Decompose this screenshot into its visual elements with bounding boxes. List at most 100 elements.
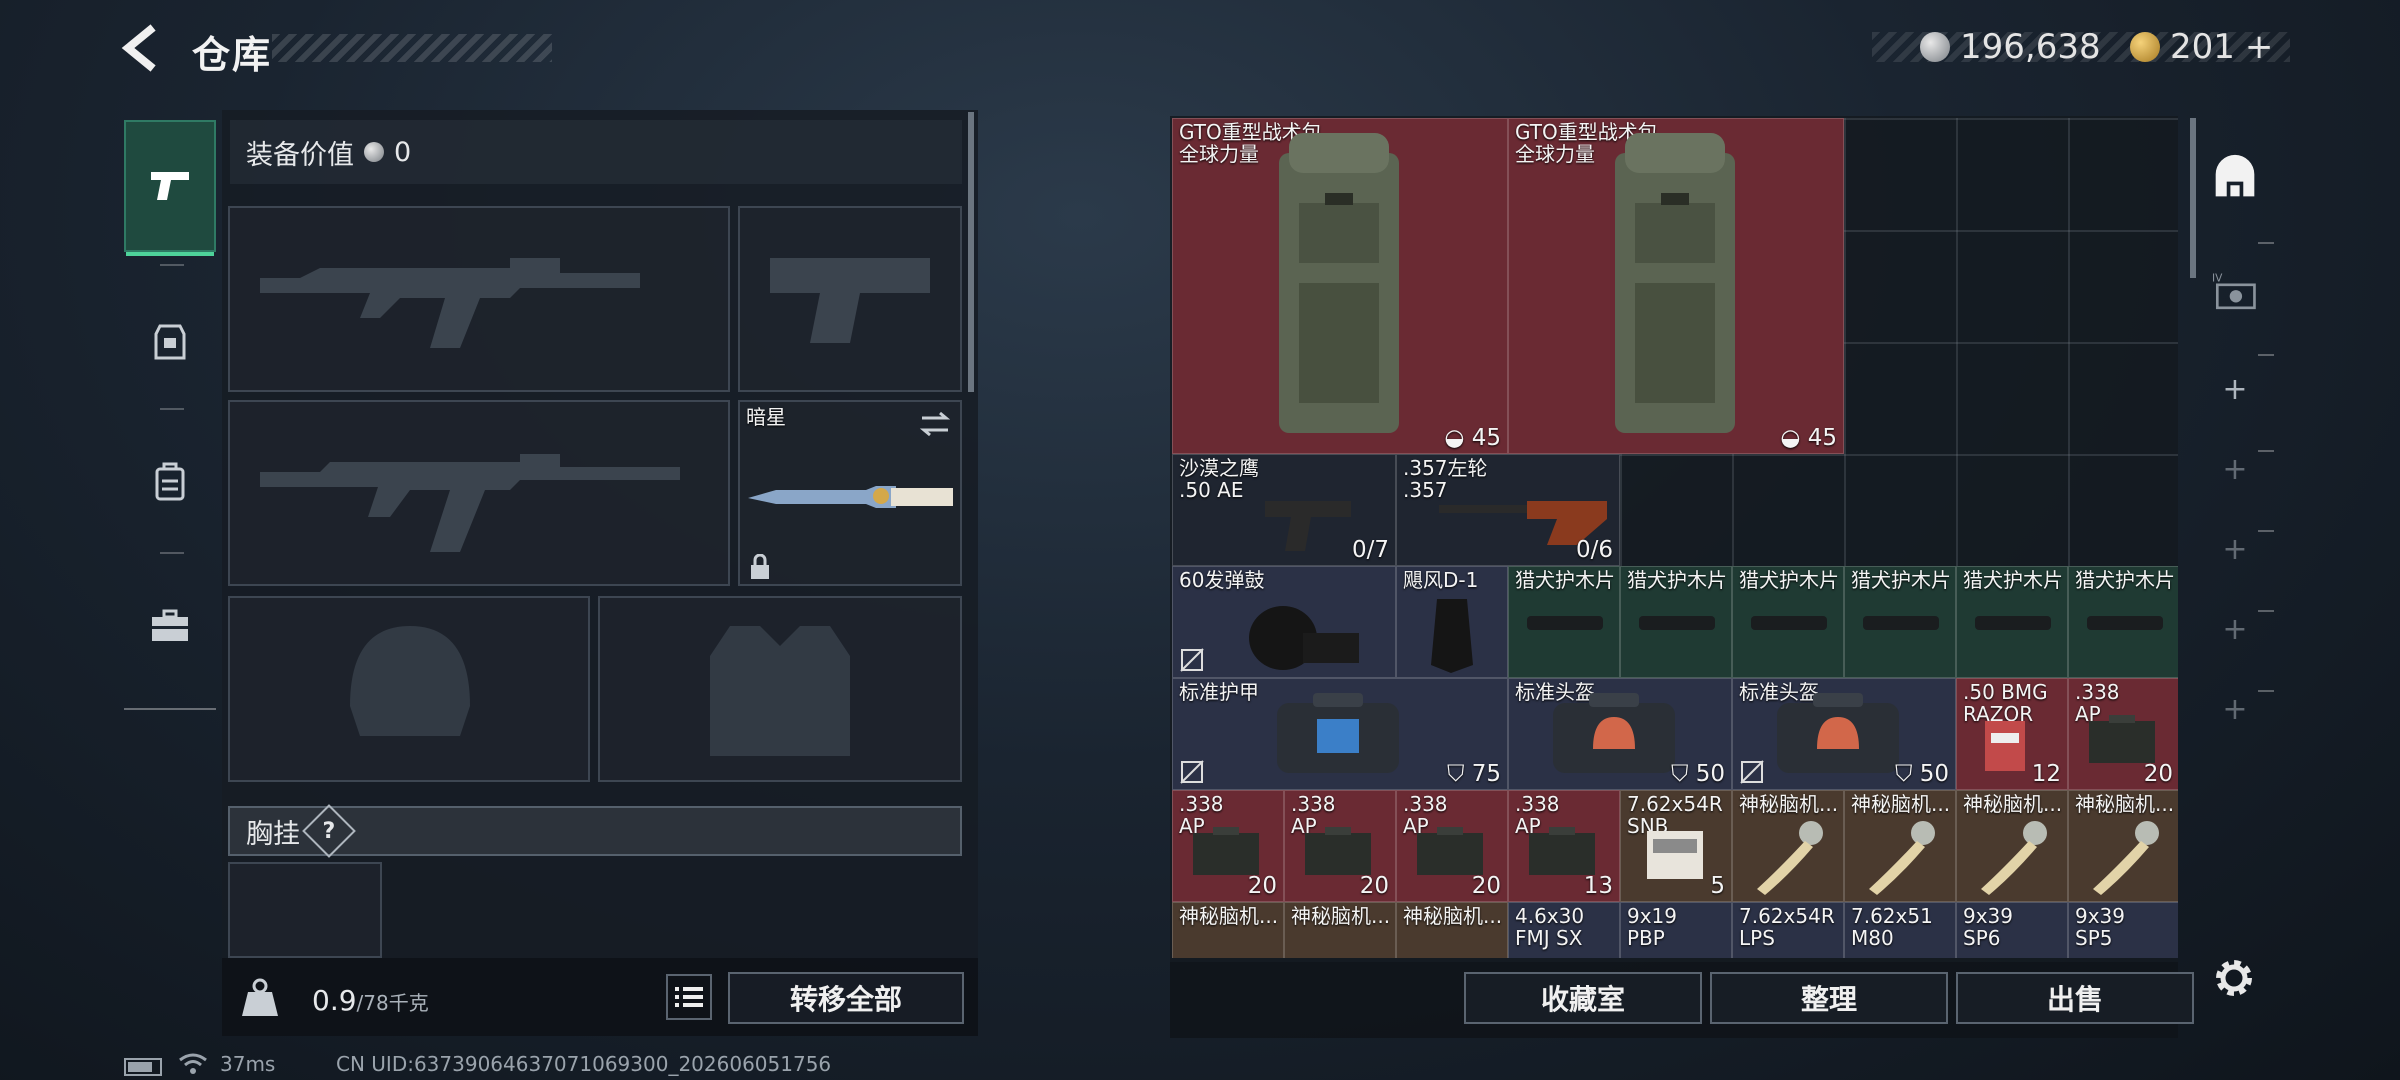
ammo-item[interactable]: .338 AP 20 xyxy=(1284,790,1396,902)
brain-chip-icon xyxy=(1757,821,1823,895)
settings-button[interactable] xyxy=(2210,954,2258,1002)
stash-grid: GTO重型战术包 全球力量 ◒ 45 GTO重型战术包 全球力量 ◒ 45 沙漠之鹰… xyxy=(1172,118,2178,958)
ammo-item[interactable]: 9x19 PBP xyxy=(1620,902,1732,958)
pistol-silhouette-icon xyxy=(770,258,930,343)
plate-item[interactable]: 猎犬护木片 xyxy=(2068,566,2178,678)
nav-backpack[interactable] xyxy=(124,416,216,548)
toolbox-icon xyxy=(152,609,188,641)
transfer-all-button[interactable]: 转移全部 xyxy=(728,972,964,1024)
weapon-item-revolver[interactable]: .357左轮 .357 0/6 xyxy=(1396,454,1620,566)
backpack-item[interactable]: GTO重型战术包 全球力量 ◒ 45 xyxy=(1172,118,1508,454)
plate-item[interactable]: 猎犬护木片 xyxy=(1732,566,1844,678)
handguard-icon xyxy=(1751,616,1827,630)
durability: ⛉ 50 xyxy=(1895,761,1949,787)
brain-chip-icon xyxy=(1869,821,1935,895)
ammo-item[interactable]: .338 AP 20 xyxy=(1396,790,1508,902)
mystery-item[interactable]: 神秘脑机... xyxy=(1956,790,2068,902)
help-icon[interactable]: ? xyxy=(302,804,356,858)
mystery-item[interactable]: 神秘脑机... xyxy=(1732,790,1844,902)
melee-slot[interactable]: 暗星 xyxy=(738,400,962,586)
ammo-item[interactable]: 4.6x30 FMJ SX xyxy=(1508,902,1620,958)
mystery-item[interactable]: 神秘脑机... xyxy=(1172,902,1284,958)
nav-armor[interactable] xyxy=(124,276,216,408)
ammo-item[interactable]: .50 BMG RAZOR 12 xyxy=(1956,678,2068,790)
helmet-silhouette-icon xyxy=(350,626,470,736)
ammo-can-icon xyxy=(1305,827,1371,875)
stash-tab-case[interactable]: IV xyxy=(2212,268,2258,314)
rifle-silhouette-icon xyxy=(260,454,680,552)
collection-room-button[interactable]: 收藏室 xyxy=(1464,972,1702,1024)
nav-toolbox[interactable] xyxy=(124,560,216,692)
equipment-value-label: 装备价值 xyxy=(246,139,354,171)
weight-max: /78千克 xyxy=(356,991,429,1015)
plate-item[interactable]: 猎犬护木片 xyxy=(1956,566,2068,678)
mystery-item[interactable]: 神秘脑机... xyxy=(1396,902,1508,958)
armor-item[interactable]: 标准护甲 ⛉ 75 xyxy=(1172,678,1508,790)
ammo-item[interactable]: .338 AP 13 xyxy=(1508,790,1620,902)
helmet-case-icon xyxy=(1777,693,1899,773)
back-button[interactable] xyxy=(118,24,166,72)
secondary-weapon-slot[interactable] xyxy=(738,206,962,392)
weapon-item-deagle[interactable]: 沙漠之鹰 .50 AE 0/7 xyxy=(1172,454,1396,566)
ammo-count: 0/6 xyxy=(1575,537,1613,563)
carry-weight: 0.9/78千克 xyxy=(312,984,429,1017)
add-stash-page-icon[interactable]: + xyxy=(2212,366,2258,412)
nav-weapons[interactable] xyxy=(124,120,216,256)
helmet-item[interactable]: 标准头盔 ⛉ 50 xyxy=(1508,678,1732,790)
left-scrollbar[interactable] xyxy=(968,112,974,392)
ammo-item[interactable]: 7.62x54R SNB 5 xyxy=(1620,790,1732,902)
armor-icon xyxy=(154,324,186,360)
ammo-item[interactable]: .338 AP 20 xyxy=(1172,790,1284,902)
ammo-item[interactable]: 7.62x51 M80 xyxy=(1844,902,1956,958)
coin-icon xyxy=(364,142,384,162)
sell-button[interactable]: 出售 xyxy=(1956,972,2194,1024)
handguard-icon xyxy=(1863,616,1939,630)
list-view-button[interactable] xyxy=(666,974,712,1020)
mystery-item[interactable]: 神秘脑机... xyxy=(1284,902,1396,958)
mystery-item[interactable]: 神秘脑机... xyxy=(2068,790,2178,902)
helmet-slot[interactable] xyxy=(228,596,590,782)
stash-tab-main[interactable] xyxy=(2212,154,2258,200)
durability: ⛉ 75 xyxy=(1447,761,1501,787)
ammo-item[interactable]: 9x39 SP6 xyxy=(1956,902,2068,958)
list-icon xyxy=(675,987,703,1007)
plate-item[interactable]: 猎犬护木片 xyxy=(1620,566,1732,678)
ammo-item[interactable]: .338 AP 20 xyxy=(2068,678,2178,790)
armor-slot[interactable] xyxy=(598,596,962,782)
primary-weapon-slot[interactable] xyxy=(228,206,730,392)
attachment-item[interactable]: 飓风D-1 xyxy=(1396,566,1508,678)
add-stash-page-icon[interactable]: + xyxy=(2212,526,2258,572)
plate-item[interactable]: 猎犬护木片 xyxy=(1508,566,1620,678)
add-stash-page-icon[interactable]: + xyxy=(2212,606,2258,652)
add-currency-icon[interactable]: + xyxy=(2245,27,2274,67)
mag-item[interactable]: 60发弹鼓 xyxy=(1172,566,1396,678)
ammo-item[interactable]: 9x39 SP5 xyxy=(2068,902,2178,958)
ammo-can-icon xyxy=(2089,715,2155,763)
add-stash-page-icon[interactable]: + xyxy=(2212,686,2258,732)
ammo-can-icon xyxy=(1529,827,1595,875)
currency-premium[interactable]: 201 + xyxy=(2130,27,2274,67)
backpack-item[interactable]: GTO重型战术包 全球力量 ◒ 45 xyxy=(1508,118,1844,454)
equipment-value-amount: 0 xyxy=(394,136,412,168)
swap-icon[interactable] xyxy=(918,410,952,438)
add-stash-page-icon[interactable]: + xyxy=(2212,446,2258,492)
premium-coin-icon xyxy=(2130,32,2160,62)
primary-weapon-slot-2[interactable] xyxy=(228,400,730,586)
brain-chip-icon xyxy=(1981,821,2047,895)
ammo-can-icon xyxy=(1193,827,1259,875)
chest-rig-slot[interactable] xyxy=(228,862,382,958)
plate-item[interactable]: 猎犬护木片 xyxy=(1844,566,1956,678)
coin-icon xyxy=(1920,32,1950,62)
stash-home-icon xyxy=(2215,154,2255,197)
backpack-icon xyxy=(1279,133,1399,433)
mystery-item[interactable]: 神秘脑机... xyxy=(1844,790,1956,902)
organize-button[interactable]: 整理 xyxy=(1710,972,1948,1024)
no-insurance-icon xyxy=(1180,760,1204,784)
ammo-can-icon xyxy=(1417,827,1483,875)
rifle-silhouette-icon xyxy=(260,258,640,348)
weight-current: 0.9 xyxy=(312,984,357,1017)
helmet-item[interactable]: 标准头盔 ⛉ 50 xyxy=(1732,678,1956,790)
back-arrow-icon xyxy=(121,24,156,72)
ammo-item[interactable]: 7.62x54R LPS xyxy=(1732,902,1844,958)
equipment-value: 装备价值 0 xyxy=(230,120,962,184)
